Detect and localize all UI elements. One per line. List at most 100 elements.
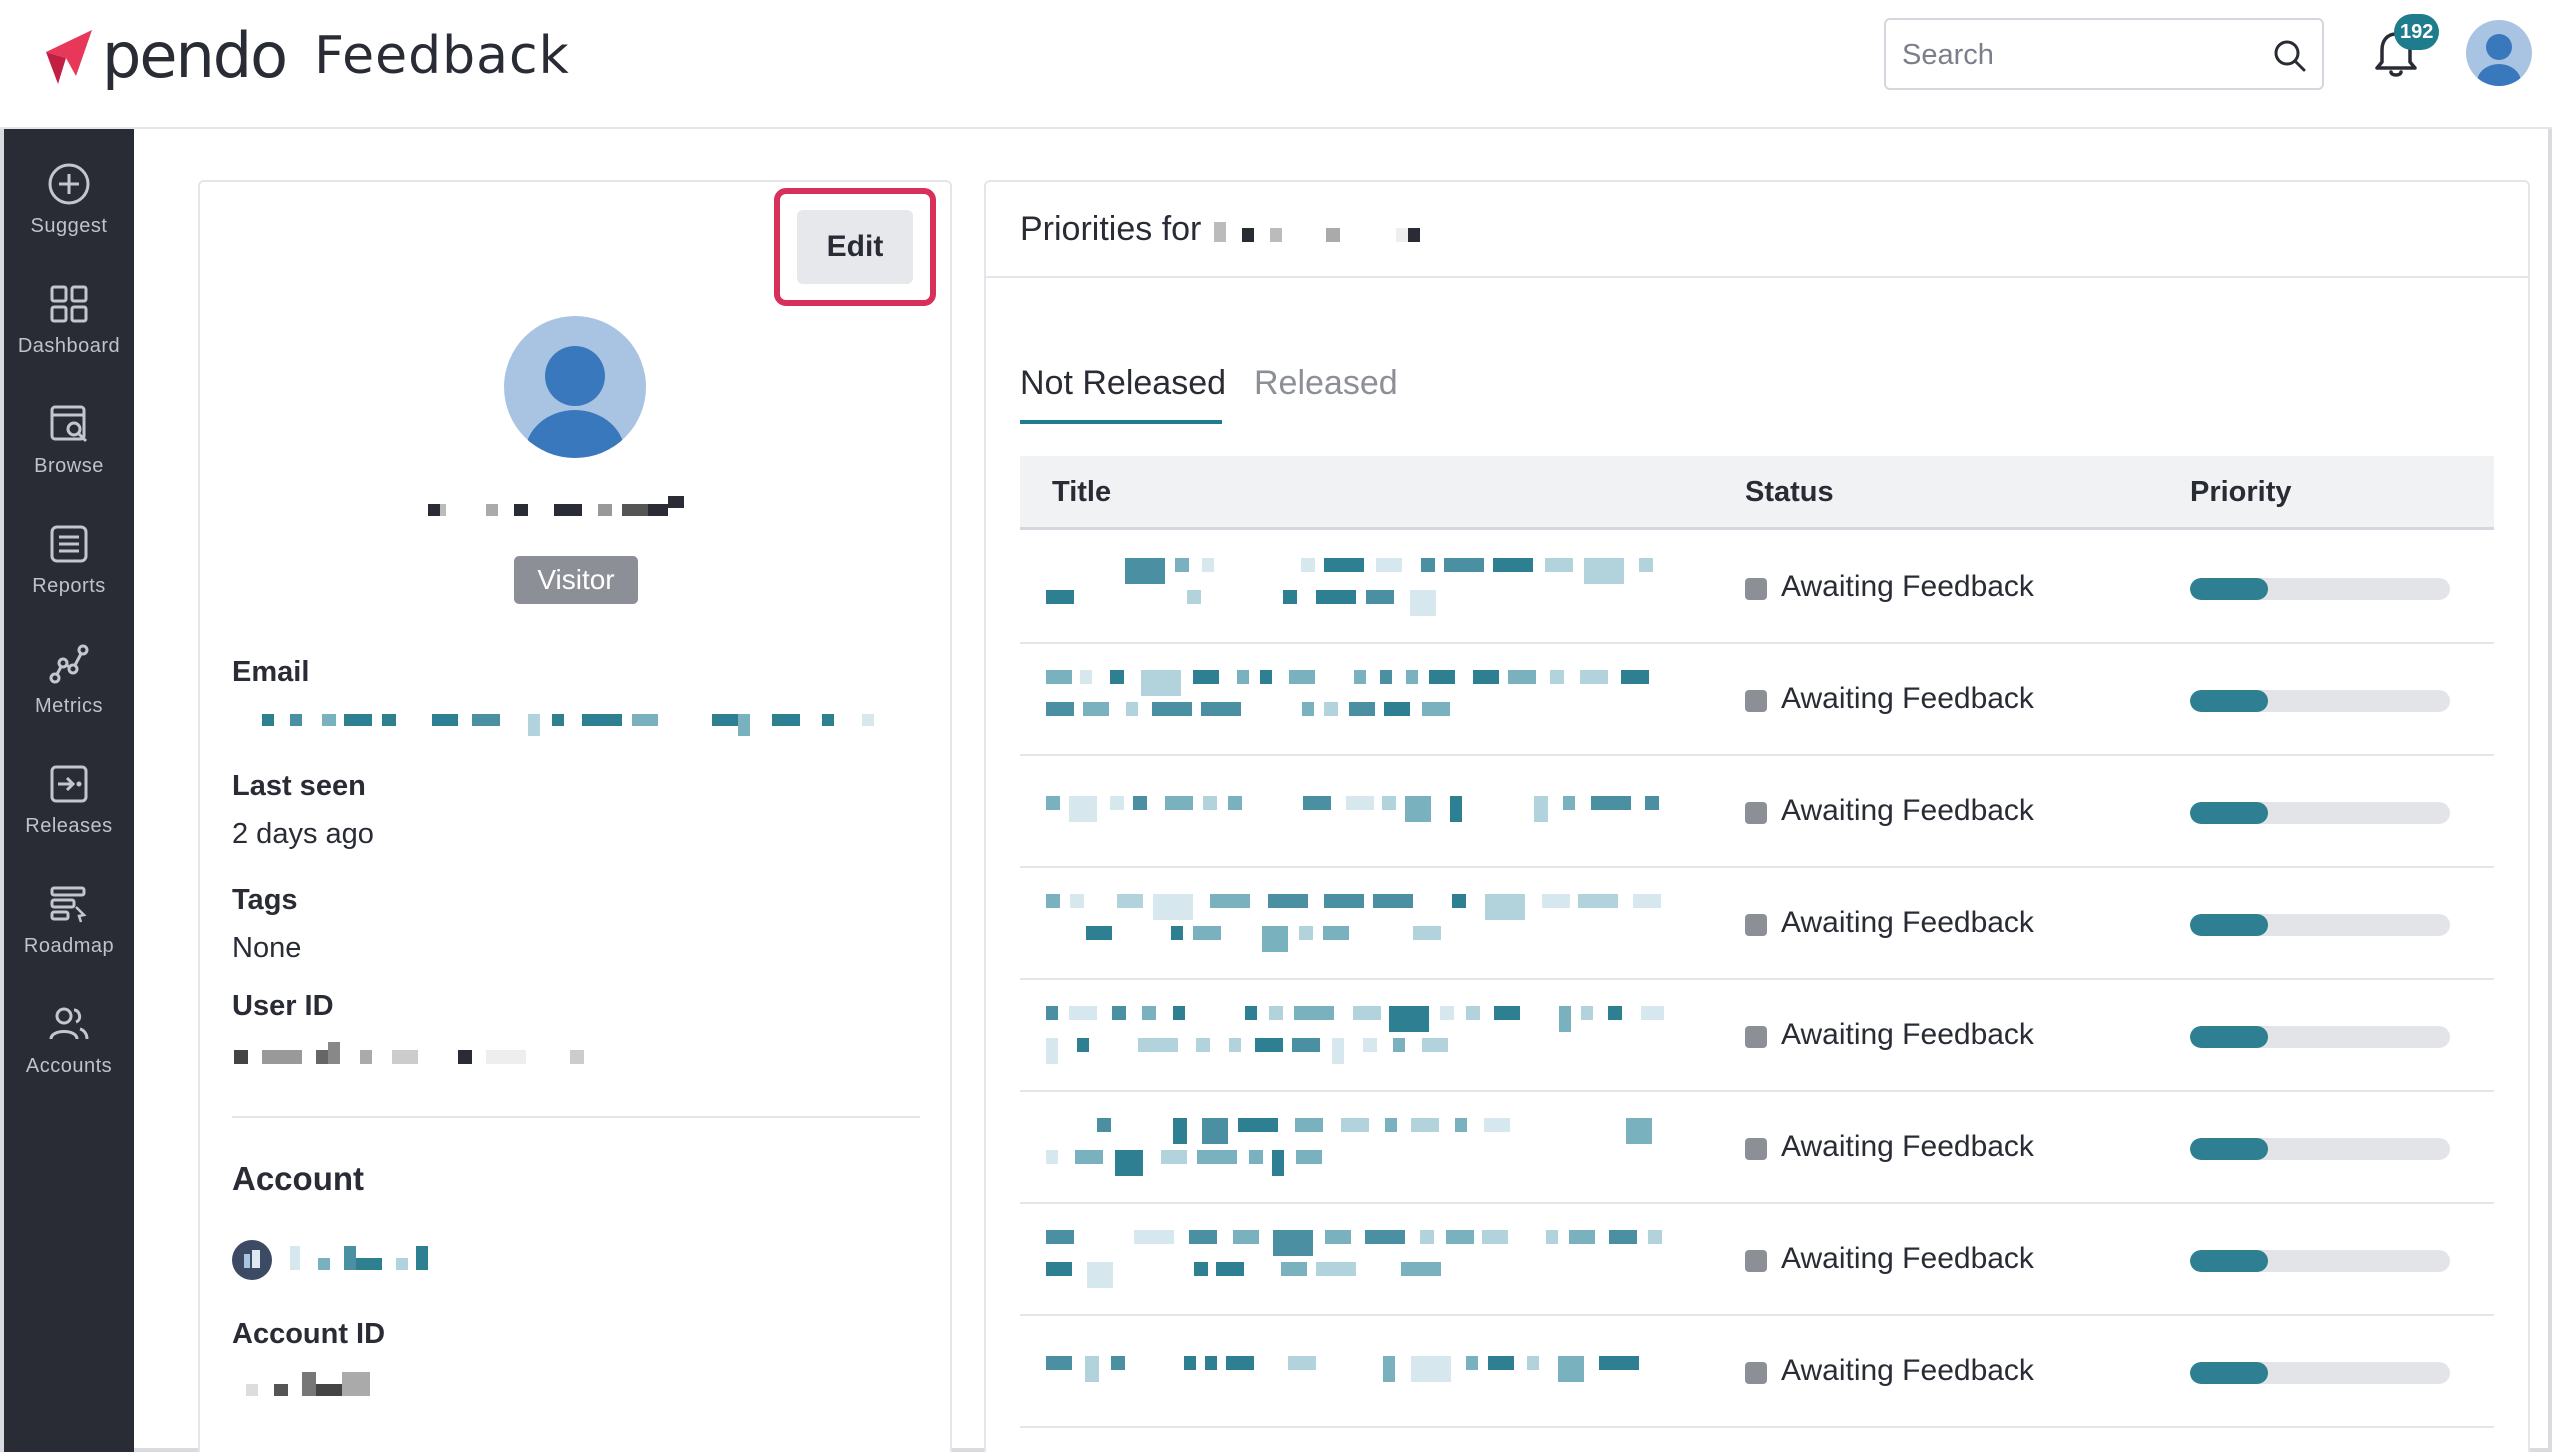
priority-bar bbox=[2190, 1026, 2450, 1048]
plus-circle-icon bbox=[48, 163, 90, 205]
row-title-redacted[interactable] bbox=[1044, 1226, 1664, 1292]
priority-bar bbox=[2190, 1362, 2450, 1384]
top-bar: pendo Feedback 192 bbox=[0, 0, 2552, 129]
profile-divider bbox=[232, 1116, 920, 1118]
user-avatar-icon[interactable] bbox=[2466, 20, 2532, 86]
row-title-redacted[interactable] bbox=[1044, 554, 1664, 620]
priority-bar-fill bbox=[2190, 1362, 2268, 1384]
column-header-status[interactable]: Status bbox=[1745, 476, 1834, 509]
table-row[interactable]: Awaiting Feedback bbox=[1020, 644, 2494, 756]
sidebar-item-label: Accounts bbox=[25, 1055, 113, 1077]
sidebar-item-metrics[interactable]: Metrics bbox=[4, 641, 134, 751]
sidebar-item-browse[interactable]: Browse bbox=[4, 401, 134, 511]
table-row[interactable]: Awaiting Feedback bbox=[1020, 1204, 2494, 1316]
sidebar-item-label: Roadmap bbox=[23, 935, 115, 957]
tags-label: Tags bbox=[232, 884, 298, 916]
priority-bar-fill bbox=[2190, 802, 2268, 824]
priority-bar bbox=[2190, 578, 2450, 600]
search-box[interactable] bbox=[1884, 18, 2324, 90]
status-indicator-icon bbox=[1745, 1026, 1767, 1048]
table-row[interactable]: Awaiting Feedback bbox=[1020, 868, 2494, 980]
last-seen-label: Last seen bbox=[232, 770, 366, 802]
status-indicator-icon bbox=[1745, 802, 1767, 824]
row-status: Awaiting Feedback bbox=[1781, 1242, 2034, 1275]
row-status: Awaiting Feedback bbox=[1781, 570, 2034, 603]
roadmap-icon bbox=[50, 886, 87, 923]
grid-icon bbox=[50, 285, 88, 323]
account-id-redacted bbox=[246, 1372, 370, 1396]
account-heading: Account bbox=[232, 1160, 364, 1197]
pendo-logo-icon bbox=[46, 30, 92, 84]
notification-count-badge: 192 bbox=[2394, 14, 2440, 50]
sidebar-nav: Suggest Dashboard Browse Reports Metrics… bbox=[4, 129, 134, 1452]
table-row[interactable]: Awaiting Feedback bbox=[1020, 756, 2494, 868]
status-indicator-icon bbox=[1745, 1362, 1767, 1384]
tab-not-released[interactable]: Not Released bbox=[1020, 364, 1226, 403]
row-status: Awaiting Feedback bbox=[1781, 1130, 2034, 1163]
sidebar-item-label: Dashboard bbox=[17, 335, 121, 357]
priority-bar-fill bbox=[2190, 1026, 2268, 1048]
status-indicator-icon bbox=[1745, 1250, 1767, 1272]
priority-bar bbox=[2190, 914, 2450, 936]
account-avatar-icon bbox=[232, 1240, 272, 1280]
sidebar-item-roadmap[interactable]: Roadmap bbox=[4, 881, 134, 991]
status-indicator-icon bbox=[1745, 690, 1767, 712]
search-input[interactable] bbox=[1902, 30, 2242, 80]
sidebar-item-label: Metrics bbox=[35, 695, 103, 717]
email-label: Email bbox=[232, 656, 310, 688]
column-header-title[interactable]: Title bbox=[1052, 476, 1111, 509]
user-id-redacted bbox=[234, 1042, 584, 1064]
row-title-redacted[interactable] bbox=[1044, 1338, 1664, 1404]
user-id-label: User ID bbox=[232, 990, 334, 1022]
pendo-logo[interactable]: pendo Feedback bbox=[38, 19, 570, 92]
profile-avatar-icon bbox=[504, 316, 646, 458]
priority-bar-fill bbox=[2190, 1250, 2268, 1272]
priorities-owner-redacted bbox=[1214, 222, 1420, 242]
tags-value: None bbox=[232, 932, 302, 964]
sidebar-item-label: Reports bbox=[32, 575, 106, 597]
row-status: Awaiting Feedback bbox=[1781, 794, 2034, 827]
sidebar-item-label: Browse bbox=[34, 455, 104, 477]
metrics-icon bbox=[49, 644, 89, 684]
search-icon[interactable] bbox=[2272, 38, 2308, 74]
row-title-redacted[interactable] bbox=[1044, 1114, 1664, 1180]
row-title-redacted[interactable] bbox=[1044, 1002, 1664, 1068]
sidebar-item-dashboard[interactable]: Dashboard bbox=[4, 281, 134, 391]
row-status: Awaiting Feedback bbox=[1781, 906, 2034, 939]
accounts-icon bbox=[49, 1007, 89, 1040]
row-title-redacted[interactable] bbox=[1044, 666, 1664, 732]
edit-button[interactable]: Edit bbox=[797, 210, 913, 284]
priority-bar-fill bbox=[2190, 914, 2268, 936]
tab-released[interactable]: Released bbox=[1254, 364, 1398, 403]
visitor-role-badge: Visitor bbox=[514, 556, 638, 604]
priority-bar bbox=[2190, 1138, 2450, 1160]
browse-icon bbox=[50, 405, 88, 443]
account-name-redacted bbox=[290, 1246, 428, 1270]
priorities-title: Priorities for bbox=[1020, 210, 1202, 248]
column-header-priority[interactable]: Priority bbox=[2190, 476, 2292, 509]
status-indicator-icon bbox=[1745, 1138, 1767, 1160]
sidebar-item-releases[interactable]: Releases bbox=[4, 761, 134, 871]
email-value-redacted bbox=[262, 714, 874, 736]
priority-bar-fill bbox=[2190, 578, 2268, 600]
row-title-redacted[interactable] bbox=[1044, 890, 1664, 956]
row-title-redacted[interactable] bbox=[1044, 778, 1664, 844]
priority-bar-fill bbox=[2190, 690, 2268, 712]
priority-bar-fill bbox=[2190, 1138, 2268, 1160]
priority-bar bbox=[2190, 1250, 2450, 1272]
table-row[interactable]: Awaiting Feedback bbox=[1020, 1092, 2494, 1204]
table-row[interactable]: Awaiting Feedback bbox=[1020, 1316, 2494, 1428]
priority-bar bbox=[2190, 802, 2450, 824]
sidebar-item-reports[interactable]: Reports bbox=[4, 521, 134, 631]
status-indicator-icon bbox=[1745, 914, 1767, 936]
visitor-name-redacted bbox=[428, 496, 684, 516]
status-indicator-icon bbox=[1745, 578, 1767, 600]
table-row[interactable]: Awaiting Feedback bbox=[1020, 980, 2494, 1092]
sidebar-item-accounts[interactable]: Accounts bbox=[4, 1001, 134, 1111]
sidebar-item-suggest[interactable]: Suggest bbox=[4, 161, 134, 271]
reports-icon bbox=[50, 525, 88, 563]
table-row[interactable]: Awaiting Feedback bbox=[1020, 532, 2494, 644]
logo-text: pendo bbox=[102, 19, 288, 92]
sidebar-item-label: Suggest bbox=[30, 215, 108, 237]
app-name: Feedback bbox=[314, 26, 570, 86]
